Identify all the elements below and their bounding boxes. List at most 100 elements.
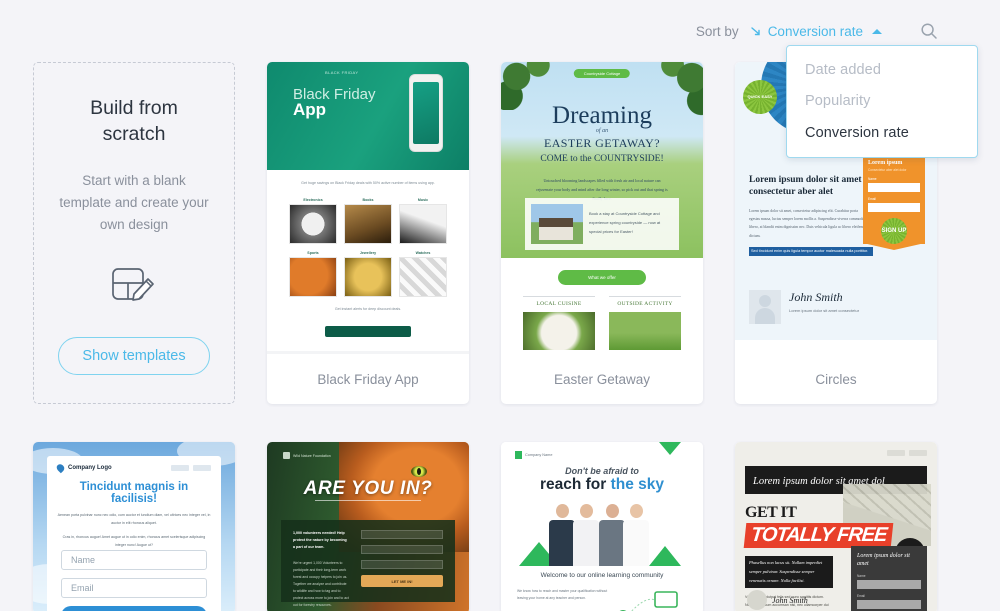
bf-cat-label: Electronics — [303, 197, 323, 202]
ci-form-subtitle: Consectetur aber alet dolor — [868, 168, 907, 172]
sk-heading-main: reach for the sky — [501, 476, 703, 494]
foundation-logo-label: Wild Nature Foundation — [293, 453, 331, 458]
bf-cat-label: Watches — [415, 250, 431, 255]
tf-signature: John Smith — [747, 590, 808, 610]
avatar — [749, 290, 781, 324]
fx-bold-text: 1,000 volunteers needed! Help protect th… — [293, 531, 347, 550]
ci-field-label: Name — [868, 177, 877, 181]
eg-columns: LOCAL CUISINE Enjoy fresh ingredients an… — [523, 296, 681, 354]
fx-heading: ARE YOU IN? — [303, 478, 433, 499]
ci-form-title: Lorem ipsum — [868, 160, 903, 166]
sk-heading-1: reach for — [539, 476, 607, 493]
bf-cat-label: Sports — [307, 250, 319, 255]
eg-line2: EASTER GETAWAY? — [544, 136, 660, 150]
fx-form: LET ME IN! — [361, 530, 443, 592]
bf-hero: BLACK FRIDAY Black Friday App — [267, 62, 469, 170]
bf-cat-label: Books — [362, 197, 374, 202]
avatar — [747, 590, 767, 610]
dropdown-option-popularity[interactable]: Popularity — [787, 86, 977, 117]
fox-eye — [411, 466, 427, 477]
template-caption: Black Friday App — [317, 371, 419, 387]
company-logo-icon — [515, 451, 522, 459]
facebook-like-button — [171, 465, 189, 471]
tf-input-email — [857, 599, 921, 609]
sk-welcome: Welcome to our online learning community — [540, 572, 664, 579]
eg-hero: Countryside Cottage Dreaming of an EASTE… — [501, 62, 703, 258]
tc-input-name: Name — [61, 550, 207, 570]
cuisine-image — [523, 312, 595, 350]
template-caption: Easter Getaway — [553, 371, 651, 387]
sort-current-label: Conversion rate — [767, 23, 863, 39]
tc-paragraph-2: Cras in, rhoncus augue! Amet augue ut in… — [62, 534, 206, 547]
ci-paragraph: Lorem ipsum dolor sit amet, consectetur … — [749, 208, 865, 238]
tc-heading: Tincidunt magnis in facilisis! — [79, 481, 189, 505]
eg-col-heading: OUTSIDE ACTIVITY — [617, 301, 673, 307]
ci-signup-badge: SIGN UP — [881, 218, 907, 244]
show-templates-button[interactable]: Show templates — [58, 337, 210, 375]
scratch-description: Start with a blank template and create y… — [59, 172, 209, 233]
eg-line3: COME to the COUNTRYSIDE! — [540, 154, 664, 164]
search-icon[interactable] — [918, 20, 940, 42]
sk-heading-2: the sky — [610, 476, 665, 493]
template-card-black-friday-app[interactable]: BLACK FRIDAY Black Friday App Get huge s… — [267, 62, 469, 404]
sort-dropdown-menu[interactable]: Date added Popularity Conversion rate — [786, 45, 978, 159]
fx-input-city — [361, 560, 443, 569]
quick-easy-badge: QUICK EASY — [743, 80, 777, 114]
tc-paragraph: Aenean porta pulvinar nunc nec odio, cum… — [57, 513, 211, 525]
page-title: Build from scratch — [90, 97, 178, 146]
fx-panel: 1,000 volunteers needed! Help protect th… — [281, 520, 455, 607]
ci-heading: Lorem ipsum dolor sit amet consectetur a… — [749, 175, 862, 198]
eg-of-an: of an — [595, 128, 609, 134]
dropdown-option-date-added[interactable]: Date added — [787, 55, 977, 86]
sort-dropdown-trigger[interactable]: Conversion rate — [750, 23, 882, 39]
green-triangle-icon — [659, 442, 681, 455]
bf-footer: What are you waiting for? Start saving — [267, 350, 469, 354]
template-card-totally-free[interactable]: Lorem ipsum dolor sit amet dol GET IT TO… — [735, 442, 937, 611]
tf-input-name — [857, 579, 921, 589]
cottage-image — [531, 204, 583, 244]
eg-title: Dreaming — [552, 102, 652, 129]
dropdown-option-conversion-rate[interactable]: Conversion rate — [787, 118, 977, 149]
company-logo: Company Name — [515, 451, 552, 459]
bf-cat-label: Jewellery — [359, 250, 377, 255]
tc-form: Name Email — [61, 550, 207, 611]
ci-highlight: Sed tincidunt enim quis ligula tempor au… — [749, 247, 873, 257]
ci-input-email — [868, 203, 920, 212]
caret-up-icon — [872, 28, 882, 34]
build-from-scratch-card[interactable]: Build from scratch Start with a blank te… — [33, 62, 235, 404]
sk-paragraph: We know how to reach and master your qua… — [517, 589, 608, 601]
ci-field-label: Email — [868, 197, 876, 201]
bf-cta-button — [325, 325, 411, 337]
bf-logo: BLACK FRIDAY — [325, 70, 359, 75]
bf-subtext: Get huge savings on Black Friday deals w… — [301, 181, 435, 185]
divider — [315, 500, 421, 501]
tf-signup-form: Lorem ipsum dolor sit amet Name Email SI… — [851, 546, 927, 611]
bf-alert-text: Get instant alerts for deep discount dea… — [334, 306, 402, 311]
eg-badge: Countryside Cottage — [573, 69, 631, 78]
template-card-are-you-in[interactable]: Wild Nature Foundation ARE YOU IN? 1,000… — [267, 442, 469, 611]
arrow-down-right-icon — [750, 26, 762, 37]
social-buttons — [887, 450, 927, 456]
quick-easy-badge-label: QUICK EASY — [747, 94, 773, 100]
fx-submit-button: LET ME IN! — [361, 575, 443, 587]
template-thumbnail: Lorem ipsum dolor sit amet dol GET IT TO… — [735, 442, 937, 611]
learning-diagram — [613, 590, 689, 611]
company-logo-label: Company Logo — [68, 465, 112, 471]
social-buttons — [171, 465, 211, 471]
tc-input-email: Email — [61, 578, 207, 598]
tf-field-label: Email — [857, 593, 865, 598]
tf-form-title: Lorem ipsum dolor sit amet — [857, 553, 910, 567]
template-thumbnail: BLACK FRIDAY Black Friday App Get huge s… — [267, 62, 469, 354]
template-card-tincidunt[interactable]: Company Logo Tincidunt magnis in facilis… — [33, 442, 235, 611]
tf-totally-free: TOTALLY FREE — [743, 523, 894, 548]
sk-heading-italic: Don't be afraid to — [565, 466, 639, 476]
foundation-logo-icon — [283, 452, 290, 459]
template-card-easter-getaway[interactable]: Countryside Cottage Dreaming of an EASTE… — [501, 62, 703, 404]
template-card-reach-for-the-sky[interactable]: Company Name Don't be afraid to reach fo… — [501, 442, 703, 611]
bf-heading-bold: App — [293, 100, 327, 119]
tf-signature-name: John Smith — [772, 595, 808, 605]
eg-offer-box: Book a stay at Countryside Cottage and e… — [525, 198, 679, 250]
foundation-logo: Wild Nature Foundation — [283, 452, 331, 459]
template-thumbnail: Company Name Don't be afraid to reach fo… — [501, 442, 703, 611]
ci-body: Lorem ipsum dolor sit amet consectetur a… — [735, 154, 937, 340]
